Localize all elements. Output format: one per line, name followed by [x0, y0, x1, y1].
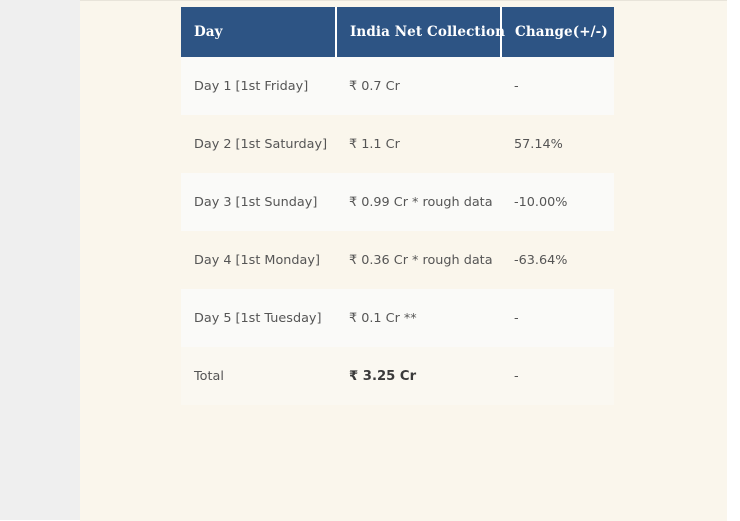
- cell-change: 57.14%: [501, 115, 614, 173]
- cell-day: Day 4 [1st Monday]: [181, 231, 336, 289]
- content-area: Day India Net Collection Change(+/-) Day…: [80, 0, 727, 521]
- collection-table-wrapper: Day India Net Collection Change(+/-) Day…: [181, 7, 614, 405]
- cell-collection: ₹ 0.36 Cr * rough data: [336, 231, 501, 289]
- table-header-row: Day India Net Collection Change(+/-): [181, 7, 614, 57]
- cell-day: Day 5 [1st Tuesday]: [181, 289, 336, 347]
- table-row: Day 1 [1st Friday] ₹ 0.7 Cr -: [181, 57, 614, 115]
- page-root: Day India Net Collection Change(+/-) Day…: [0, 0, 740, 521]
- table-row: Day 2 [1st Saturday] ₹ 1.1 Cr 57.14%: [181, 115, 614, 173]
- column-header-day[interactable]: Day: [181, 7, 337, 57]
- cell-change: -10.00%: [501, 173, 614, 231]
- table-row: Day 3 [1st Sunday] ₹ 0.99 Cr * rough dat…: [181, 173, 614, 231]
- india-net-collection-table: Day India Net Collection Change(+/-) Day…: [181, 7, 614, 405]
- cell-collection: ₹ 1.1 Cr: [336, 115, 501, 173]
- cell-day: Day 2 [1st Saturday]: [181, 115, 336, 173]
- cell-total-label: Total: [181, 347, 336, 405]
- cell-change: -: [501, 289, 614, 347]
- right-gutter: [727, 0, 740, 520]
- table-row-total: Total ₹ 3.25 Cr -: [181, 347, 614, 405]
- cell-day: Day 1 [1st Friday]: [181, 57, 336, 115]
- cell-collection: ₹ 0.99 Cr * rough data: [336, 173, 501, 231]
- cell-total-change: -: [501, 347, 614, 405]
- cell-collection: ₹ 0.7 Cr: [336, 57, 501, 115]
- left-rail: [0, 0, 80, 520]
- column-header-india-net-collection[interactable]: India Net Collection: [336, 7, 505, 57]
- column-header-change[interactable]: Change(+/-): [501, 7, 614, 57]
- table-row: Day 5 [1st Tuesday] ₹ 0.1 Cr ** -: [181, 289, 614, 347]
- cell-total-collection: ₹ 3.25 Cr: [336, 347, 501, 405]
- cell-change: -63.64%: [501, 231, 614, 289]
- cell-change: -: [501, 57, 614, 115]
- cell-collection: ₹ 0.1 Cr **: [336, 289, 501, 347]
- table-body: Day 1 [1st Friday] ₹ 0.7 Cr - Day 2 [1st…: [181, 57, 614, 405]
- table-row: Day 4 [1st Monday] ₹ 0.36 Cr * rough dat…: [181, 231, 614, 289]
- cell-day: Day 3 [1st Sunday]: [181, 173, 336, 231]
- table-header: Day India Net Collection Change(+/-): [181, 7, 614, 57]
